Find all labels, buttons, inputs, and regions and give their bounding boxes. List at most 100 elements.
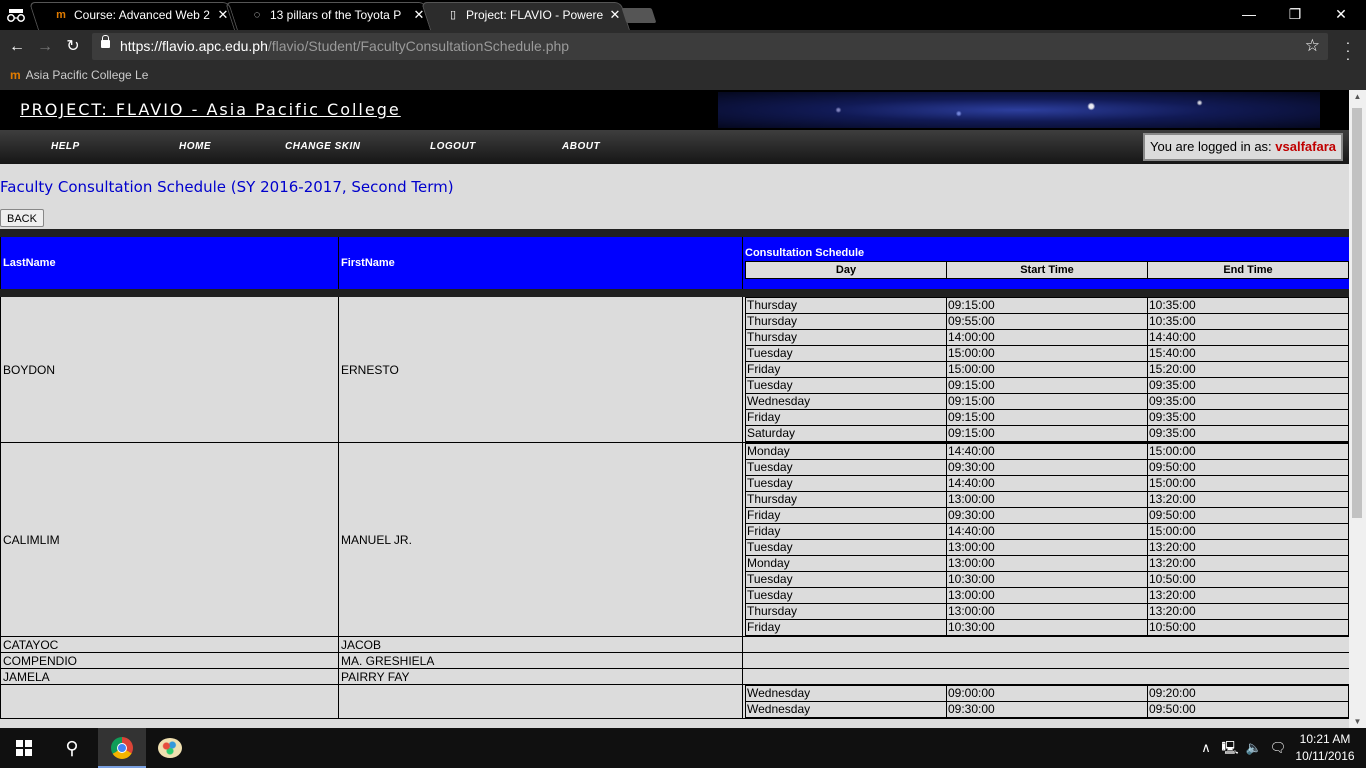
schedule-end-time: 09:50:00 [1147, 701, 1349, 718]
schedule-end-time: 09:20:00 [1147, 685, 1349, 702]
schedule-start-time: 14:00:00 [946, 329, 1148, 346]
reload-icon[interactable]: ↻ [62, 37, 84, 57]
nav-logout[interactable]: LOGOUT [430, 141, 476, 152]
schedule-end-time: 10:35:00 [1147, 313, 1349, 330]
new-tab-button[interactable] [621, 8, 657, 23]
faculty-schedule-cell [742, 652, 1349, 669]
schedule-start-time: 09:30:00 [946, 701, 1148, 718]
schedule-row: Friday 09:15:00 09:35:00 [745, 409, 1349, 426]
table-row: CATAYOC JACOB [0, 636, 1349, 653]
schedule-end-time: 15:20:00 [1147, 361, 1349, 378]
subheader-start-time: Start Time [946, 261, 1148, 279]
back-arrow-icon[interactable]: ← [6, 37, 28, 57]
schedule-end-time: 15:00:00 [1147, 523, 1349, 540]
schedule-subtable: Monday 14:40:00 15:00:00 Tuesday 09:30:00 09:… [745, 443, 1349, 636]
paint-icon [158, 738, 182, 758]
tray-chevron-icon[interactable]: ∧ [1198, 728, 1214, 768]
schedule-row: Wednesday 09:15:00 09:35:00 [745, 393, 1349, 410]
scroll-down-icon[interactable]: ▼ [1349, 717, 1366, 726]
column-header-schedule: Consultation Schedule Day Start Time End… [742, 229, 1349, 297]
tab-title: Project: FLAVIO - Powere [466, 8, 604, 22]
column-header-firstname: FirstName [338, 229, 743, 297]
schedule-start-time: 09:15:00 [946, 377, 1148, 394]
scrollbar-thumb[interactable] [1352, 108, 1362, 518]
scroll-up-icon[interactable]: ▲ [1349, 92, 1366, 101]
schedule-day: Monday [745, 555, 947, 572]
nav-change-skin[interactable]: CHANGE SKIN [285, 141, 361, 152]
schedule-day: Friday [745, 507, 947, 524]
schedule-day: Thursday [745, 603, 947, 620]
schedule-subheader: Day Start Time End Time [745, 261, 1349, 279]
schedule-day: Tuesday [745, 539, 947, 556]
page-scrollbar[interactable]: ▲ ▼ [1349, 90, 1366, 728]
schedule-day: Friday [745, 361, 947, 378]
schedule-row: Thursday 13:00:00 13:20:00 [745, 491, 1349, 508]
forward-arrow-icon[interactable]: → [34, 37, 56, 57]
schedule-day: Friday [745, 523, 947, 540]
schedule-start-time: 10:30:00 [946, 571, 1148, 588]
schedule-end-time: 10:50:00 [1147, 619, 1349, 636]
table-row: BOYDON ERNESTO Thursday 09:15:00 10:35:00 Thu… [0, 292, 1349, 443]
nav-home[interactable]: HOME [179, 141, 211, 152]
faculty-lastname: COMPENDIO [0, 652, 339, 669]
schedule-end-time: 09:35:00 [1147, 425, 1349, 442]
nav-help[interactable]: HELP [51, 141, 80, 152]
taskbar-chrome[interactable] [98, 728, 146, 768]
close-tab-icon[interactable]: ✕ [608, 7, 622, 23]
schedule-row: Saturday 09:15:00 09:35:00 [745, 425, 1349, 442]
schedule-day: Tuesday [745, 587, 947, 604]
page-title: Faculty Consultation Schedule (SY 2016-2… [0, 178, 454, 196]
schedule-day: Thursday [745, 297, 947, 314]
schedule-day: Wednesday [745, 393, 947, 410]
start-button[interactable] [0, 728, 48, 768]
minimize-icon[interactable]: — [1226, 0, 1272, 30]
volume-icon[interactable]: 🔈 [1244, 728, 1264, 768]
faculty-schedule-cell: Wednesday 09:00:00 09:20:00 Wednesday 09:30:… [742, 684, 1349, 719]
username: vsalfafara [1275, 139, 1337, 154]
starfield-banner [718, 92, 1320, 128]
taskbar-paint[interactable] [146, 728, 194, 768]
schedule-row: Friday 15:00:00 15:20:00 [745, 361, 1349, 378]
faculty-lastname: JAMELA [0, 668, 339, 685]
schedule-day: Thursday [745, 313, 947, 330]
search-icon[interactable]: ⚲ [48, 728, 96, 768]
bookmark-star-icon[interactable]: ☆ [1305, 36, 1320, 56]
faculty-lastname: CATAYOC [0, 636, 339, 653]
address-bar[interactable]: https://flavio.apc.edu.ph/flavio/Student… [92, 33, 1328, 60]
schedule-start-time: 13:00:00 [946, 491, 1148, 508]
close-window-icon[interactable]: ✕ [1318, 0, 1364, 30]
schedule-row: Friday 14:40:00 15:00:00 [745, 523, 1349, 540]
network-icon[interactable]: 🖳 [1220, 728, 1240, 768]
notifications-icon[interactable]: 🗨 [1268, 728, 1288, 768]
schedule-end-time: 15:00:00 [1147, 475, 1349, 492]
bookmark-apc[interactable]: m Asia Pacific College Le [10, 68, 150, 82]
clock-date: 10/11/2016 [1295, 749, 1355, 763]
tab-project-flavio[interactable]: ▯ Project: FLAVIO - Powere ✕ [420, 2, 630, 30]
faculty-schedule-cell: Monday 14:40:00 15:00:00 Tuesday 09:30:00 09:… [742, 442, 1349, 637]
nav-about[interactable]: ABOUT [562, 141, 600, 152]
taskbar-clock[interactable]: 10:21 AM 10/11/2016 [1290, 731, 1360, 765]
clock-time: 10:21 AM [1299, 732, 1351, 746]
schedule-start-time: 09:15:00 [946, 409, 1148, 426]
incognito-icon [6, 6, 26, 24]
kebab-menu-icon[interactable]: · · · [1341, 35, 1355, 65]
schedule-end-time: 09:50:00 [1147, 507, 1349, 524]
tab-course-advanced-web[interactable]: m Course: Advanced Web 2 ✕ [28, 2, 238, 30]
back-button[interactable]: BACK [0, 209, 44, 227]
schedule-subtable: Thursday 09:15:00 10:35:00 Thursday 09:55:00… [745, 297, 1349, 442]
schedule-end-time: 14:40:00 [1147, 329, 1349, 346]
schedule-row: Thursday 13:00:00 13:20:00 [745, 603, 1349, 620]
tab-title: Course: Advanced Web 2 [74, 8, 210, 22]
schedule-start-time: 13:00:00 [946, 539, 1148, 556]
lock-icon [101, 35, 110, 48]
schedule-start-time: 09:15:00 [946, 425, 1148, 442]
schedule-row: Thursday 09:15:00 10:35:00 [745, 297, 1349, 314]
subheader-end-time: End Time [1147, 261, 1349, 279]
schedule-row: Thursday 09:55:00 10:35:00 [745, 313, 1349, 330]
faculty-schedule-cell: Thursday 09:15:00 10:35:00 Thursday 09:55:00… [742, 292, 1349, 443]
column-header-lastname: LastName [0, 229, 339, 297]
restore-icon[interactable]: ❐ [1272, 0, 1318, 30]
tab-toyota-pillars[interactable]: ◌ 13 pillars of the Toyota P ✕ [224, 2, 434, 30]
windows-logo-icon [16, 740, 32, 756]
faculty-firstname: JACOB [338, 636, 743, 653]
